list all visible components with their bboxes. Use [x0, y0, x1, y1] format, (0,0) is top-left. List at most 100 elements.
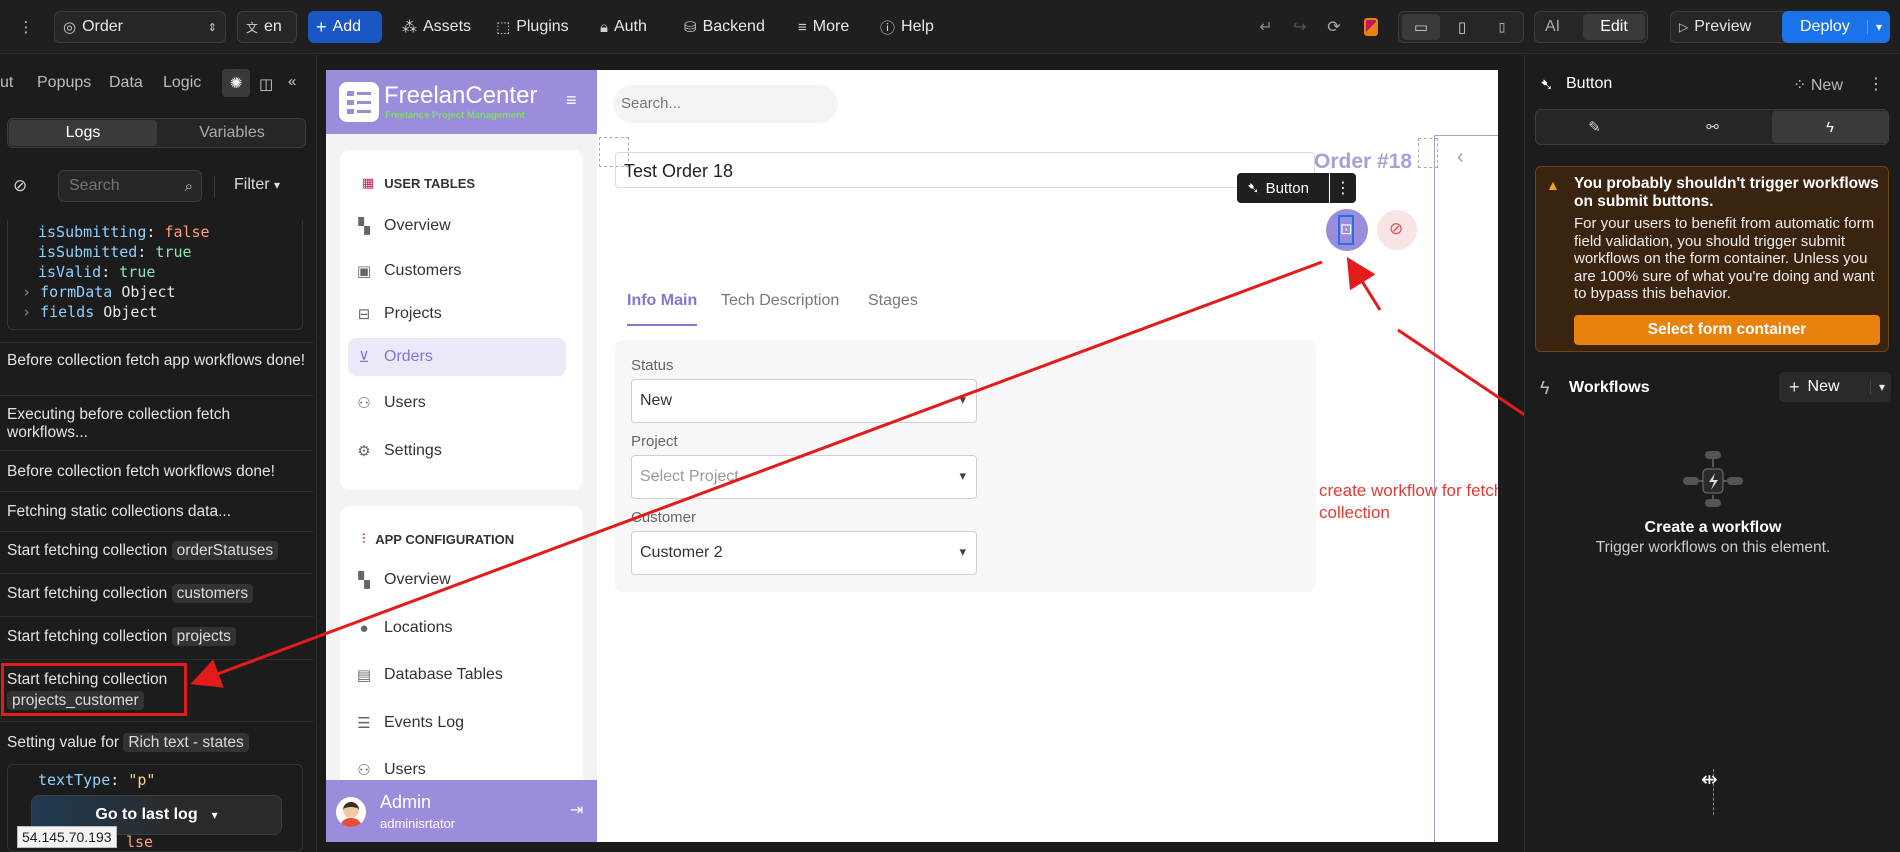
create-workflow-subtitle: Trigger workflows on this element. — [1595, 539, 1831, 556]
badge-label: Button — [1265, 179, 1309, 197]
add-button[interactable]: + Add — [308, 11, 382, 43]
redo-button[interactable]: ↪ — [1286, 11, 1314, 43]
highlight-box — [1, 663, 187, 716]
state-value: Object — [103, 303, 158, 321]
nav-item-customers[interactable]: ▣ Customers — [348, 252, 566, 290]
bug-icon: ✺ — [229, 75, 243, 92]
tab-layout[interactable]: ut — [0, 74, 13, 92]
filter-button[interactable]: Filter ▾ — [234, 176, 280, 194]
help-button[interactable]: ⓘ Help — [872, 11, 942, 43]
language-button[interactable]: 文 en — [237, 11, 297, 43]
badge-menu-button[interactable]: ⋮ — [1330, 173, 1356, 203]
more-button[interactable]: ≡ More — [790, 11, 857, 43]
panel-title: Button — [1566, 75, 1613, 92]
warning-body: For your users to benefit from automatic… — [1574, 215, 1875, 303]
collection-chip: orderStatuses — [171, 541, 279, 560]
nav-item-orders[interactable]: ⊻ Orders — [348, 338, 566, 376]
edit-mode-button[interactable]: Edit — [1583, 14, 1645, 40]
nav-item-locations[interactable]: ● Locations — [348, 609, 566, 647]
page-select[interactable]: ◎ Order ⇕ — [54, 11, 226, 43]
chevron-left-icon[interactable]: ‹ — [1457, 146, 1464, 169]
nav-item-settings[interactable]: ⚙ Settings — [348, 432, 566, 470]
ai-mode-button[interactable]: AI — [1545, 18, 1560, 36]
admin-role: adminisrtator — [380, 816, 456, 831]
tab-data[interactable]: Data — [109, 74, 143, 92]
tab-popups[interactable]: Popups — [37, 74, 91, 92]
new-element-button[interactable]: ⁘ New — [1793, 75, 1843, 95]
add-label: Add — [332, 18, 361, 35]
clear-logs-icon[interactable]: ⊘ — [13, 176, 27, 196]
project-select[interactable]: Select Project ▾ — [631, 455, 977, 499]
nav-item-users[interactable]: ⚇ Users — [348, 384, 566, 422]
app-header: FreelanCenter Freelance Project Manageme… — [326, 70, 597, 134]
state-line: isValid: true — [38, 263, 156, 281]
cancel-button[interactable]: ⊘ — [1377, 210, 1417, 250]
annotation-text: create workflow for fetching a specific … — [1319, 481, 1498, 522]
debug-button[interactable]: ✺ — [222, 69, 250, 97]
customer-select[interactable]: Customer 2 ▾ — [631, 531, 977, 575]
auth-button[interactable]: 🔒︎ Auth — [592, 11, 655, 43]
customer-value: Customer 2 — [640, 544, 723, 561]
hamburger-icon[interactable]: ≡ — [566, 90, 577, 111]
logs-search-input[interactable] — [69, 177, 169, 195]
deploy-button[interactable]: Deploy ▾ — [1782, 11, 1890, 43]
mobile-view-button[interactable]: ▯ — [1483, 14, 1521, 40]
mode-switcher: AI Edit — [1534, 11, 1648, 43]
settings-tab[interactable]: ⚯ — [1654, 110, 1771, 144]
search-bar[interactable] — [613, 85, 838, 123]
avatar — [336, 797, 366, 827]
main-menu-button[interactable]: ⋮ — [10, 11, 42, 43]
theme-button[interactable] — [1356, 11, 1386, 43]
logout-icon[interactable]: ⇥ — [570, 800, 583, 820]
log-entry: Executing before collection fetch workfl… — [7, 406, 231, 441]
search-input[interactable] — [621, 95, 821, 112]
resize-cursor-icon: ⇹ — [1701, 769, 1718, 791]
workflows-tab[interactable]: ϟ — [1772, 111, 1888, 143]
editor-canvas[interactable]: FreelanCenter Freelance Project Manageme… — [326, 70, 1498, 842]
select-form-container-button[interactable]: Select form container — [1574, 315, 1880, 345]
top-toolbar: ⋮ ◎ Order ⇕ 文 en + Add ⁂ Assets ⬚ Plugins … — [0, 0, 1900, 54]
plugins-button[interactable]: ⬚ Plugins — [488, 11, 577, 43]
mobile-icon: ▯ — [1498, 20, 1506, 34]
tab-tech-description[interactable]: Tech Description — [721, 292, 839, 310]
state-line-expandable[interactable]: › fields Object — [22, 302, 302, 322]
panel-layout-icon[interactable]: ◫ — [259, 75, 273, 93]
nav-item-config-overview[interactable]: ▚ Overview — [348, 561, 566, 599]
state-value: true — [119, 263, 156, 281]
tablet-view-button[interactable]: ▯ — [1443, 14, 1481, 40]
selected-element-badge[interactable]: ➷ Button — [1237, 173, 1329, 203]
logs-tab[interactable]: Logs — [9, 120, 157, 146]
style-tab[interactable]: ✎ — [1536, 110, 1653, 144]
new-workflow-button[interactable]: + New ▾ — [1779, 372, 1891, 402]
desktop-view-button[interactable]: ▭ — [1402, 14, 1440, 40]
nav-item-events-log[interactable]: ☰ Events Log — [348, 704, 566, 742]
nav-item-overview[interactable]: ▚ Overview — [348, 207, 566, 245]
collapse-panel-icon[interactable]: « — [288, 73, 296, 90]
tab-stages[interactable]: Stages — [868, 292, 918, 310]
right-panel: ➷ Button ⁘ New ⋮ ✎ ⚯ ϟ ▲ You probably sh… — [1524, 55, 1900, 852]
page-select-value: Order — [82, 18, 123, 35]
save-button[interactable]: ⊡ — [1326, 209, 1368, 251]
variables-tab[interactable]: Variables — [160, 120, 304, 146]
code-value-partial: lse — [126, 833, 154, 851]
state-line-expandable[interactable]: › formData Object — [22, 282, 302, 302]
lightning-icon: ϟ — [1826, 118, 1834, 136]
chevron-down-icon: ▾ — [959, 544, 966, 559]
tab-info-main[interactable]: Info Main — [627, 292, 697, 310]
table-icon: ▦ — [362, 175, 375, 190]
nav-item-database-tables[interactable]: ▤ Database Tables — [348, 656, 566, 694]
code-value: "p" — [128, 771, 156, 789]
backend-button[interactable]: ⛁ Backend — [676, 11, 773, 43]
logs-search[interactable]: ⌕ — [58, 170, 202, 202]
go-to-last-log-label: Go to last log — [95, 806, 198, 823]
state-key: isValid — [38, 263, 102, 281]
preview-button[interactable]: ▷ Preview — [1670, 11, 1790, 43]
kebab-menu-icon[interactable]: ⋮ — [1868, 74, 1884, 94]
undo-button[interactable]: ↵ — [1252, 11, 1280, 43]
assets-button[interactable]: ⁂ Assets — [394, 11, 479, 43]
order-title-field[interactable]: Test Order 18 — [615, 152, 1315, 188]
nav-item-projects[interactable]: ⊟ Projects — [348, 295, 566, 333]
tab-logic[interactable]: Logic — [163, 74, 201, 92]
status-select[interactable]: New ▾ — [631, 379, 977, 423]
refresh-button[interactable]: ⟳ — [1320, 11, 1348, 43]
